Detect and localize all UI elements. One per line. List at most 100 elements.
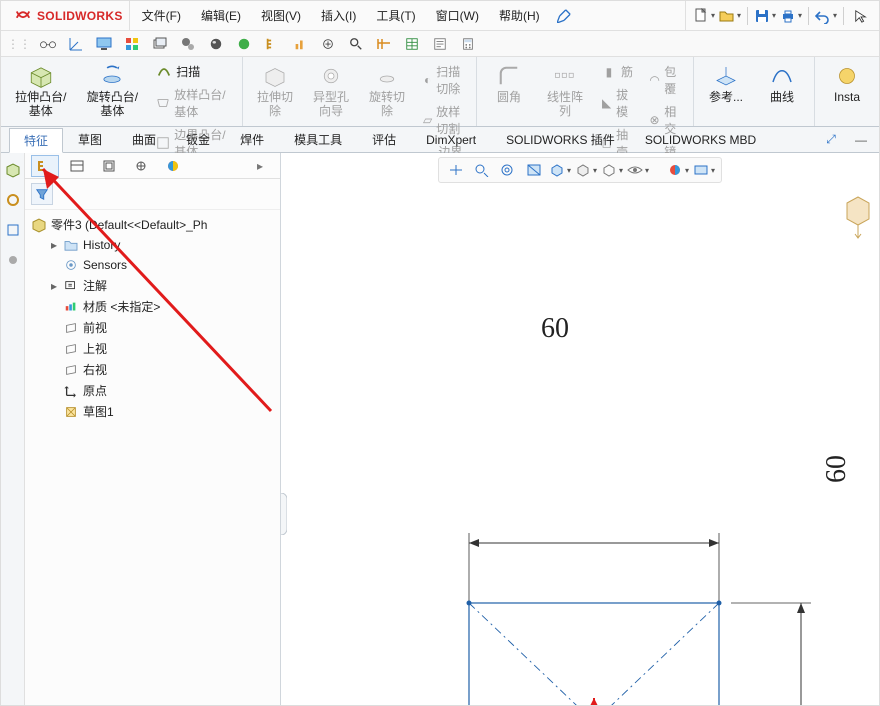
fm-tab-dimxpert[interactable]: [127, 155, 155, 177]
loft-button[interactable]: 放样凸台/基体: [152, 84, 234, 122]
tree-history[interactable]: ▸ History: [31, 235, 274, 255]
print-button[interactable]: ▾: [779, 4, 803, 28]
cursor-select-icon[interactable]: [849, 4, 873, 28]
tree-sensors[interactable]: Sensors: [31, 255, 274, 275]
caliper-icon[interactable]: [373, 33, 395, 55]
bars-icon[interactable]: [289, 33, 311, 55]
tree-annotations[interactable]: ▸ 注解: [31, 275, 274, 296]
gears-icon[interactable]: [177, 33, 199, 55]
menu-file[interactable]: 文件(F): [134, 3, 189, 28]
extrude-cut-button[interactable]: 拉伸切除: [251, 61, 299, 121]
undo-button[interactable]: ▾: [814, 4, 838, 28]
window-stack-icon[interactable]: [149, 33, 171, 55]
tree-material[interactable]: 材质 <未指定>: [31, 296, 274, 317]
fm-tab-property[interactable]: [63, 155, 91, 177]
hole-wizard-button[interactable]: 异型孔向导: [307, 61, 355, 121]
view-orient-icon[interactable]: ▾: [549, 160, 571, 180]
hide-show-icon[interactable]: ▾: [601, 160, 623, 180]
section-view-icon[interactable]: [523, 160, 545, 180]
calculator-icon[interactable]: [457, 33, 479, 55]
menu-tools[interactable]: 工具(T): [368, 3, 423, 28]
filter-icon[interactable]: [31, 183, 53, 205]
menu-view[interactable]: 视图(V): [253, 3, 309, 28]
tab-sw-addins[interactable]: SOLIDWORKS 插件: [491, 127, 630, 152]
tab-dimxpert[interactable]: DimXpert: [411, 127, 491, 152]
eye-icon[interactable]: ▾: [627, 160, 649, 180]
menu-insert[interactable]: 插入(I): [313, 3, 364, 28]
menu-edit[interactable]: 编辑(E): [193, 3, 249, 28]
tab-sketch[interactable]: 草图: [63, 127, 117, 152]
tab-features[interactable]: 特征: [9, 128, 63, 153]
pin-icon[interactable]: [552, 4, 576, 28]
linear-pattern-button[interactable]: 线性阵列: [541, 61, 589, 121]
monitor-icon[interactable]: [93, 33, 115, 55]
magnifier-icon[interactable]: [345, 33, 367, 55]
zoom-fit-icon[interactable]: [445, 160, 467, 180]
appearance-icon[interactable]: ▾: [667, 160, 689, 180]
tab-mbd[interactable]: SOLIDWORKS MBD: [630, 127, 771, 152]
tab-sheetmetal[interactable]: 钣金: [171, 127, 225, 152]
dimension-right-value[interactable]: 60: [821, 455, 853, 483]
open-file-button[interactable]: ▾: [718, 4, 742, 28]
axis-icon[interactable]: [65, 33, 87, 55]
wrap-button[interactable]: ◠包覆: [645, 61, 685, 99]
glasses-icon[interactable]: [37, 33, 59, 55]
fm-tab-config[interactable]: [95, 155, 123, 177]
view-cube-icon[interactable]: [843, 193, 873, 239]
dimension-top-value[interactable]: 60: [541, 313, 569, 345]
fm-tab-tree[interactable]: [31, 155, 59, 177]
feature-manager-panel: ▸ 零件3 (Default<<Default>_Ph ▸: [1, 153, 281, 705]
ref-geometry-button[interactable]: 参考...: [702, 61, 750, 107]
revolve-cut-button[interactable]: 旋转切除: [363, 61, 411, 121]
tab-moldtools[interactable]: 模具工具: [279, 127, 357, 152]
zoom-area-icon[interactable]: [471, 160, 493, 180]
palette-icon[interactable]: [121, 33, 143, 55]
print-preview-icon[interactable]: [429, 33, 451, 55]
tree-icon[interactable]: [261, 33, 283, 55]
spreadsheet-icon[interactable]: [401, 33, 423, 55]
circle-plus-icon[interactable]: [317, 33, 339, 55]
fm-tab-display[interactable]: [159, 155, 187, 177]
extrude-boss-button[interactable]: 拉伸凸台/基体: [9, 61, 73, 121]
side-part-icon[interactable]: [2, 159, 24, 181]
tree-right-plane[interactable]: 右视: [31, 359, 274, 380]
side-motion-icon[interactable]: [2, 189, 24, 211]
tree-origin[interactable]: 原点: [31, 380, 274, 401]
sweep-button[interactable]: 扫描: [152, 61, 234, 82]
sweep-icon: [156, 64, 172, 80]
curves-button[interactable]: 曲线: [758, 61, 806, 107]
instant3d-button[interactable]: Insta: [823, 61, 871, 107]
tab-surfaces[interactable]: 曲面: [117, 127, 171, 152]
new-file-button[interactable]: ▾: [692, 4, 716, 28]
fm-tab-more-icon[interactable]: ▸: [246, 155, 274, 177]
graphics-viewport[interactable]: ▾ ▾ ▾ ▾ ▾ ▾: [281, 153, 879, 705]
tree-root[interactable]: 零件3 (Default<<Default>_Ph: [31, 214, 274, 235]
menu-help[interactable]: 帮助(H): [491, 3, 548, 28]
green-circle-icon[interactable]: [233, 33, 255, 55]
sketch-icon: [63, 404, 79, 420]
menu-window[interactable]: 窗口(W): [428, 3, 487, 28]
tab-weldments[interactable]: 焊件: [225, 127, 279, 152]
tree-sketch1[interactable]: 草图1: [31, 401, 274, 422]
display-style-icon[interactable]: ▾: [575, 160, 597, 180]
expand-tabs-icon[interactable]: ⤢: [819, 128, 843, 152]
fillet-icon: [496, 63, 522, 89]
draft-button[interactable]: ◣拔模: [597, 84, 637, 122]
sphere-icon[interactable]: [205, 33, 227, 55]
side-gear-icon[interactable]: [2, 249, 24, 271]
panel-splitter-handle[interactable]: [281, 493, 287, 535]
tab-evaluate[interactable]: 评估: [357, 127, 411, 152]
revolve-boss-button[interactable]: 旋转凸台/基体: [81, 61, 145, 121]
prev-view-icon[interactable]: [497, 160, 519, 180]
sweep-cut-button[interactable]: ◐扫描切除: [419, 61, 468, 99]
fillet-button[interactable]: 圆角: [485, 61, 533, 107]
side-config-icon[interactable]: [2, 219, 24, 241]
hole-wizard-icon: [318, 63, 344, 89]
scene-icon[interactable]: ▾: [693, 160, 715, 180]
save-button[interactable]: ▾: [753, 4, 777, 28]
tree-top-plane[interactable]: 上视: [31, 338, 274, 359]
minimize-ribbon-icon[interactable]: —: [849, 128, 873, 152]
tree-front-plane[interactable]: 前视: [31, 317, 274, 338]
extrude-boss-icon: [28, 63, 54, 89]
rib-button[interactable]: ▮筋: [597, 61, 637, 82]
